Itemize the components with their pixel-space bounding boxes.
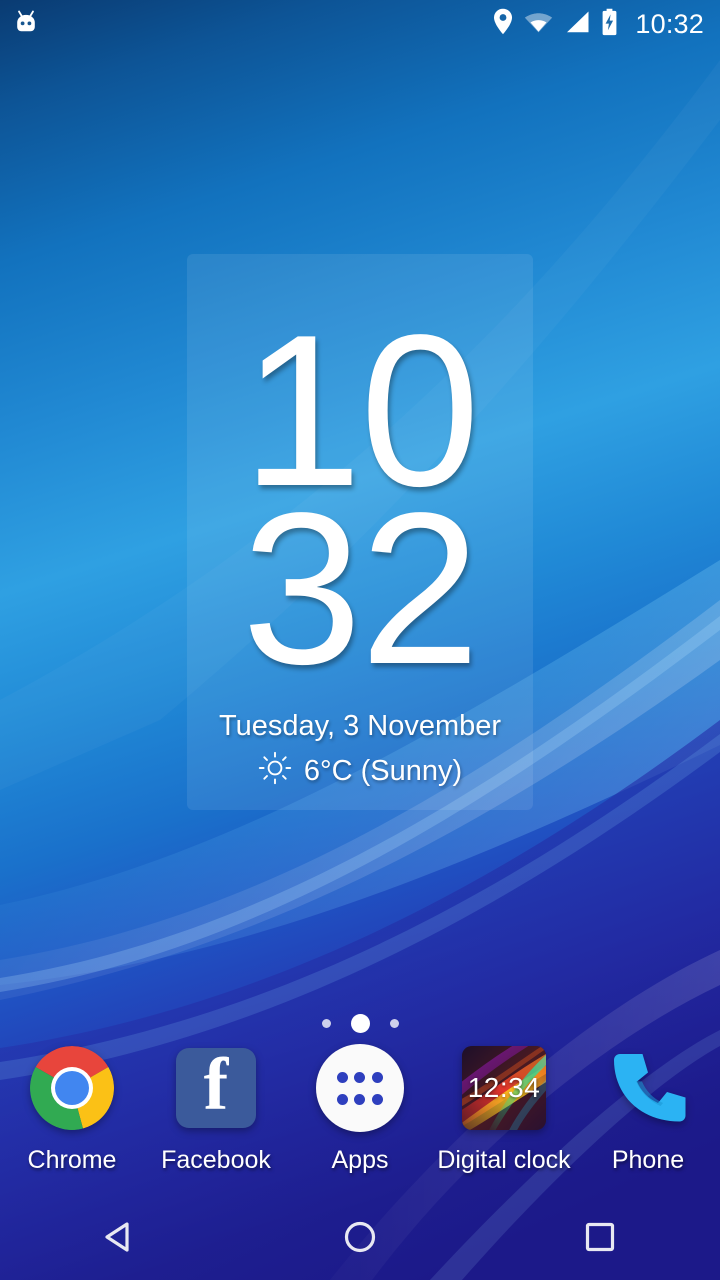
page-dot-1[interactable] (321, 1019, 331, 1028)
battery-charging-icon (601, 8, 618, 41)
apps-dot (337, 1071, 349, 1083)
back-button[interactable] (0, 1194, 240, 1280)
apps-dot (371, 1093, 383, 1105)
status-bar-system-icons[interactable]: 10:32 (493, 8, 704, 41)
widget-temperature: 6°C (Sunny) (303, 755, 463, 787)
widget-weather[interactable]: 6°C (Sunny) (258, 751, 462, 793)
cellular-signal-icon (564, 10, 590, 39)
facebook-f-glyph: f (203, 1044, 229, 1126)
location-pin-icon (493, 8, 513, 40)
dock-label-digital-clock: Digital clock (437, 1146, 571, 1174)
dock-item-apps[interactable]: Apps (288, 1042, 432, 1175)
recents-button[interactable] (480, 1194, 720, 1280)
status-bar[interactable]: 10:32 (0, 0, 720, 48)
digital-clock-time: 12:34 (467, 1072, 541, 1103)
home-button[interactable] (240, 1194, 480, 1280)
apps-dot (371, 1071, 383, 1083)
cyanogenmod-head-icon (12, 8, 40, 41)
apps-dot (354, 1093, 366, 1105)
dock: Chrome f Facebook Apps 12:34 Digital clo… (0, 1042, 720, 1194)
widget-date: Tuesday, 3 November (218, 709, 502, 742)
apps-drawer-icon[interactable] (314, 1042, 406, 1134)
facebook-icon[interactable]: f (170, 1042, 262, 1134)
dock-item-chrome[interactable]: Chrome (0, 1042, 144, 1175)
phone-icon[interactable] (602, 1042, 694, 1134)
status-bar-notifications[interactable] (12, 8, 40, 41)
dock-label-phone: Phone (611, 1146, 685, 1174)
wifi-icon (524, 10, 553, 39)
clock-weather-widget[interactable]: 10 32 Tuesday, 3 November 6°C (Sunny) (187, 254, 533, 810)
sun-icon (258, 751, 292, 793)
navigation-bar (0, 1194, 720, 1280)
status-bar-clock: 10:32 (635, 8, 704, 39)
dock-label-chrome: Chrome (27, 1146, 117, 1174)
dock-item-phone[interactable]: Phone (576, 1042, 720, 1175)
dock-item-facebook[interactable]: f Facebook (144, 1042, 288, 1175)
dock-item-digital-clock[interactable]: 12:34 Digital clock (432, 1042, 576, 1175)
page-dot-2-active[interactable] (350, 1014, 370, 1033)
widget-minutes: 32 (241, 466, 480, 709)
page-dot-3[interactable] (389, 1019, 399, 1028)
dock-label-apps: Apps (331, 1146, 389, 1174)
home-screen: 10:32 10 32 Tuesday, 3 November 6°C (Sun… (0, 0, 720, 1280)
digital-clock-icon[interactable]: 12:34 (458, 1042, 550, 1134)
page-indicator (0, 1014, 720, 1033)
chrome-icon[interactable] (26, 1042, 118, 1134)
apps-dot (354, 1071, 366, 1083)
apps-dot (337, 1093, 349, 1105)
dock-label-facebook: Facebook (161, 1146, 271, 1174)
